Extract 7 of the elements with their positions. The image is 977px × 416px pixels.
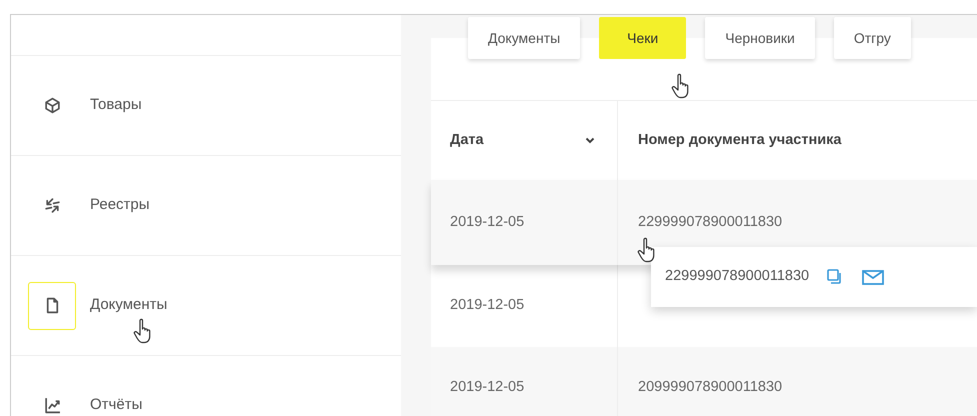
table-cell-text: 2019-12-05 — [450, 296, 524, 316]
table-cell-text: 209999078900011830 — [638, 378, 782, 398]
column-header: Номер документа участника — [638, 130, 842, 150]
table-cell-text: 229999078900011830 — [638, 212, 782, 232]
table-cell-text: 2019-12-05 — [450, 378, 524, 398]
table-cell-text: 2019-12-05 — [450, 212, 524, 232]
popover-text: 229999078900011830 — [665, 267, 810, 286]
